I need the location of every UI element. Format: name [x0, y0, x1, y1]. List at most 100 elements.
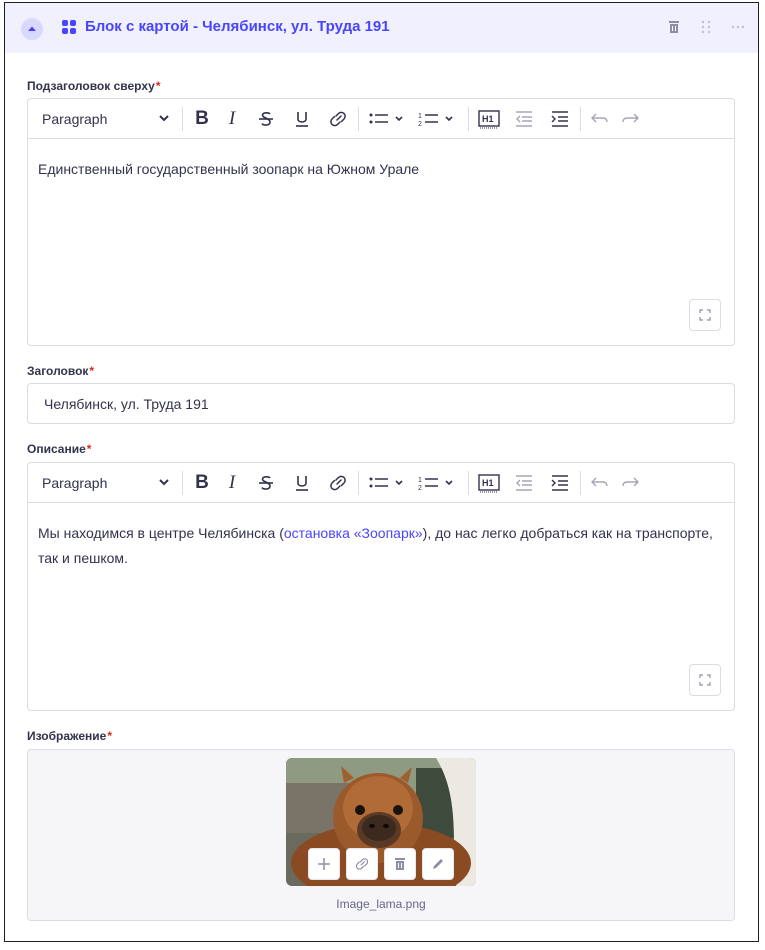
numbered-list-button[interactable]: 12	[418, 472, 458, 494]
expand-button[interactable]	[689, 299, 721, 331]
undo-icon	[591, 477, 608, 487]
collapse-button[interactable]	[21, 18, 43, 40]
redo-icon	[622, 477, 639, 487]
description-editor[interactable]: Paragraph B I 12 H1 Мы находимся в центр…	[27, 462, 735, 711]
caret-up-icon	[28, 26, 36, 31]
indent-icon	[551, 475, 568, 491]
redo-button[interactable]	[620, 108, 640, 130]
trash-icon	[395, 858, 405, 870]
required-mark: *	[89, 364, 95, 378]
expand-button[interactable]	[689, 664, 721, 696]
strikethrough-button[interactable]	[256, 108, 276, 130]
editor-toolbar: Paragraph B I 12 H1	[28, 99, 734, 139]
block-title: Блок с картой - Челябинск, ул. Труда 191	[85, 18, 390, 35]
underline-button[interactable]	[292, 472, 312, 494]
image-preview[interactable]	[286, 758, 476, 886]
heading-button[interactable]: H1	[478, 108, 500, 130]
outdent-icon	[516, 111, 532, 127]
underline-icon	[296, 112, 308, 127]
subtitle-label-text: Подзаголовок сверху	[27, 79, 155, 93]
italic-button[interactable]: I	[224, 108, 240, 130]
required-mark: *	[107, 729, 113, 743]
image-upload-area[interactable]: Image_lama.png	[27, 749, 735, 921]
svg-text:H1: H1	[482, 114, 494, 124]
drag-handle[interactable]	[696, 17, 716, 37]
bold-button[interactable]: B	[192, 108, 212, 130]
svg-text:1: 1	[418, 113, 422, 120]
chevron-down-icon[interactable]	[158, 476, 170, 488]
strikethrough-icon	[259, 112, 273, 126]
description-text-part: Мы находимся в центре Челябинска (	[38, 525, 284, 541]
heading-label-text: Заголовок	[27, 364, 89, 378]
copy-link-button[interactable]	[346, 848, 378, 880]
strikethrough-icon	[259, 476, 273, 490]
outdent-button[interactable]	[514, 472, 534, 494]
description-label-text: Описание	[27, 442, 86, 456]
undo-button[interactable]	[590, 472, 610, 494]
strikethrough-button[interactable]	[256, 472, 276, 494]
svg-text:1: 1	[418, 477, 422, 484]
description-label: Описание*	[27, 442, 91, 456]
outdent-button[interactable]	[514, 108, 534, 130]
numbered-list-icon: 12	[418, 477, 453, 492]
indent-icon	[551, 111, 568, 127]
heading-button[interactable]: H1	[478, 472, 500, 494]
bullet-list-icon	[369, 477, 403, 488]
description-text[interactable]: Мы находимся в центре Челябинска (остано…	[38, 521, 720, 571]
component-icon	[62, 20, 76, 34]
chevron-down-icon[interactable]	[158, 112, 170, 124]
link-icon	[330, 475, 346, 491]
required-mark: *	[155, 79, 161, 93]
link-icon	[330, 111, 346, 127]
link-button[interactable]	[328, 108, 348, 130]
pencil-icon	[433, 859, 443, 869]
redo-button[interactable]	[620, 472, 640, 494]
image-label-text: Изображение	[27, 729, 107, 743]
svg-text:2: 2	[418, 485, 422, 492]
undo-icon	[591, 113, 608, 123]
link-button[interactable]	[328, 472, 348, 494]
drag-icon	[701, 20, 711, 34]
undo-button[interactable]	[590, 108, 610, 130]
indent-button[interactable]	[550, 108, 570, 130]
bullet-list-button[interactable]	[368, 472, 408, 494]
bullet-list-button[interactable]	[368, 108, 408, 130]
more-icon	[731, 25, 745, 29]
numbered-list-button[interactable]: 12	[418, 108, 458, 130]
redo-icon	[622, 113, 639, 123]
subtitle-editor[interactable]: Paragraph B I 12 H1 Единственный государ…	[27, 98, 735, 346]
expand-icon	[699, 309, 711, 321]
editor-toolbar: Paragraph B I 12 H1	[28, 463, 734, 503]
numbered-list-icon: 12	[418, 113, 453, 128]
stop-link[interactable]: остановка «Зоопарк»	[284, 525, 423, 541]
underline-button[interactable]	[292, 108, 312, 130]
link-icon	[355, 858, 369, 870]
bullet-list-icon	[369, 113, 403, 124]
heading-input[interactable]: Челябинск, ул. Труда 191	[27, 383, 735, 424]
image-filename: Image_lama.png	[336, 897, 426, 911]
block-editor: Блок с картой - Челябинск, ул. Труда 191	[4, 2, 759, 942]
expand-icon	[699, 674, 711, 686]
more-button[interactable]	[728, 17, 748, 37]
add-image-button[interactable]	[308, 848, 340, 880]
required-mark: *	[86, 442, 92, 456]
image-label: Изображение*	[27, 729, 112, 743]
underline-icon	[296, 476, 308, 491]
delete-image-button[interactable]	[384, 848, 416, 880]
heading-label: Заголовок*	[27, 364, 94, 378]
block-type-select[interactable]: Paragraph	[42, 475, 107, 491]
italic-button[interactable]: I	[224, 472, 240, 494]
block-header[interactable]: Блок с картой - Челябинск, ул. Труда 191	[5, 3, 758, 53]
block-type-select[interactable]: Paragraph	[42, 111, 107, 127]
heading-icon: H1	[478, 474, 500, 493]
outdent-icon	[516, 475, 532, 491]
svg-text:H1: H1	[482, 478, 494, 488]
indent-button[interactable]	[550, 472, 570, 494]
heading-icon: H1	[478, 110, 500, 129]
edit-image-button[interactable]	[422, 848, 454, 880]
bold-button[interactable]: B	[192, 472, 212, 494]
trash-icon	[669, 21, 679, 33]
subtitle-text[interactable]: Единственный государственный зоопарк на …	[38, 157, 720, 182]
delete-block-button[interactable]	[664, 17, 684, 37]
svg-text:2: 2	[418, 121, 422, 128]
